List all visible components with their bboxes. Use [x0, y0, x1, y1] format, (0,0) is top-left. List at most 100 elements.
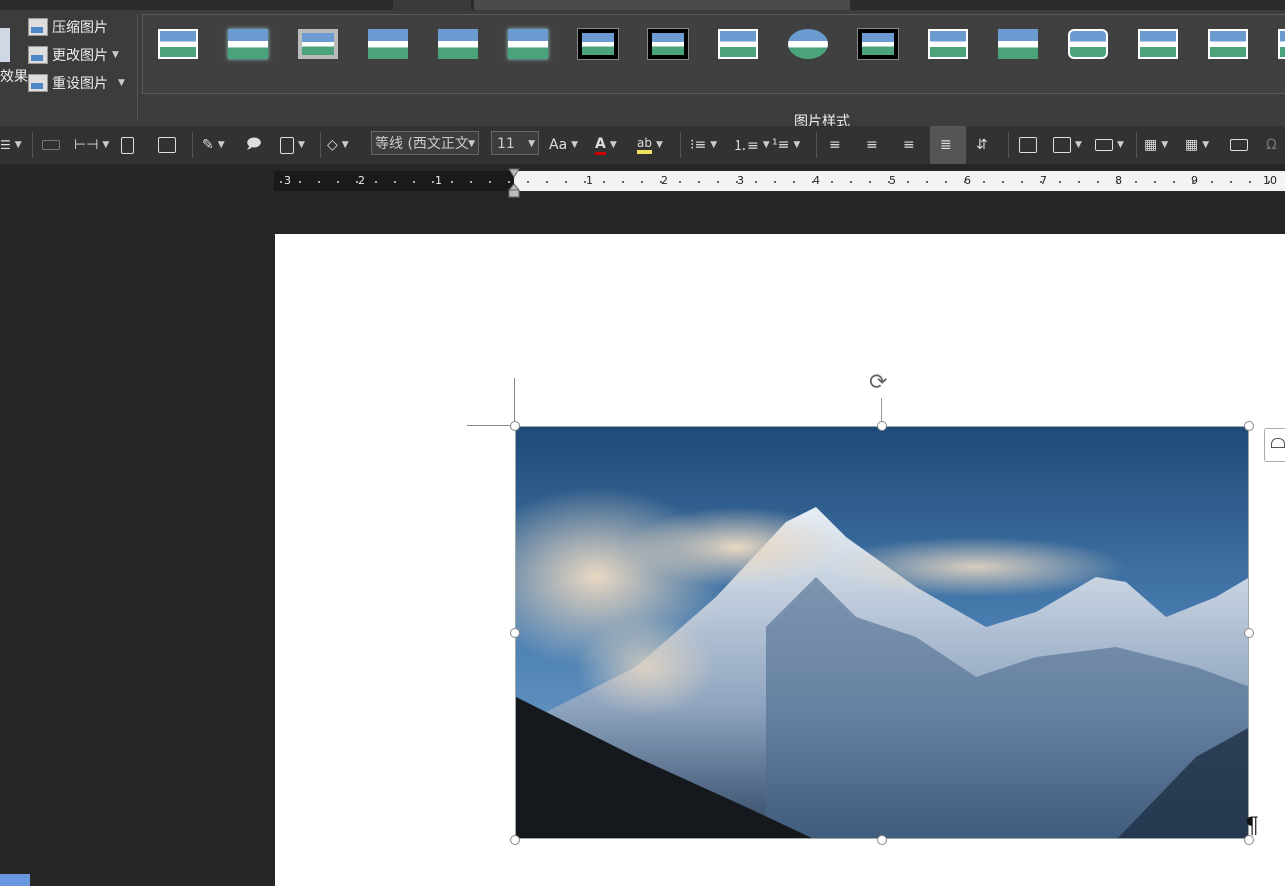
style-beveled[interactable]	[1278, 29, 1285, 61]
shapes-icon[interactable]: ◇ ▼	[327, 134, 349, 156]
style-drop-shadow[interactable]	[368, 29, 408, 61]
toolbar-divider	[32, 132, 33, 158]
table-grid-icon[interactable]: ▦ ▼	[1185, 134, 1209, 156]
comment-icon[interactable]: 🗩	[246, 134, 262, 156]
layout-options-icon	[1271, 438, 1285, 448]
status-accent	[0, 874, 30, 886]
textbox-icon[interactable]	[1230, 134, 1248, 156]
distribute-columns-icon[interactable]: ⊢⊣ ▼	[74, 134, 109, 156]
active-tab-indicator[interactable]	[393, 0, 471, 10]
font-size-select[interactable]: 11 ▼	[491, 131, 539, 155]
chevron-down-icon: ▼	[112, 50, 119, 60]
indent-marker[interactable]	[508, 168, 520, 200]
ruler-tick	[850, 181, 852, 183]
resize-handle-bottom[interactable]	[877, 835, 887, 845]
style-snip-diagonal[interactable]	[1138, 29, 1178, 61]
ruler-tick	[945, 181, 947, 183]
style-white-frame[interactable]	[718, 29, 758, 61]
layout-options-button[interactable]	[1264, 428, 1285, 462]
ruler-tick	[907, 181, 909, 183]
crop-icon[interactable]	[1019, 134, 1037, 156]
ruler-tick	[926, 181, 928, 183]
table-row-icon[interactable]	[42, 134, 60, 156]
ruler-tick	[584, 181, 586, 183]
align-left-icon[interactable]: ≡	[829, 134, 841, 156]
style-metal-frame[interactable]	[857, 28, 899, 61]
style-rotated-white[interactable]	[928, 29, 968, 61]
resize-handle-top[interactable]	[877, 421, 887, 431]
resize-handle-top-left[interactable]	[510, 421, 520, 431]
compress-pictures-icon	[28, 18, 48, 36]
font-name-value: 等线 (西文正文	[375, 136, 469, 152]
ruler-tick	[432, 181, 434, 183]
reset-picture-icon	[28, 74, 48, 92]
align-center-icon[interactable]: ≡	[866, 134, 878, 156]
selected-picture[interactable]	[515, 426, 1249, 839]
style-simple-frame[interactable]	[158, 29, 198, 61]
change-picture-label: 更改图片	[52, 48, 108, 64]
ruler-tick	[375, 181, 377, 183]
artistic-effects-icon[interactable]	[0, 28, 10, 62]
page-icon[interactable]	[121, 134, 134, 156]
picture-arrange-icon[interactable]: ▼	[1053, 134, 1082, 156]
style-perspective[interactable]	[998, 29, 1038, 61]
edit-doc-icon[interactable]: ✎ ▼	[202, 134, 225, 156]
change-case-button[interactable]: Aa ▼	[549, 134, 578, 156]
resize-handle-bottom-left[interactable]	[510, 835, 520, 845]
ruler-tick	[660, 181, 662, 183]
ruler-tick	[1135, 181, 1137, 183]
resize-handle-left[interactable]	[510, 628, 520, 638]
style-rounded-diagonal[interactable]	[1068, 29, 1108, 61]
reset-picture-button[interactable]: 重设图片 ▼	[28, 72, 125, 94]
ruler-tick	[1002, 181, 1004, 183]
rotate-handle-icon[interactable]: ⟳	[869, 371, 887, 395]
ruler-tick	[565, 181, 567, 183]
ruler-tick	[1078, 181, 1080, 183]
resize-handle-top-right[interactable]	[1244, 421, 1254, 431]
style-reflected[interactable]	[438, 29, 478, 61]
change-picture-icon	[28, 46, 48, 64]
list-menu-icon[interactable]: ☰ ▼	[0, 134, 22, 156]
convert-icon[interactable]	[158, 134, 176, 156]
compress-pictures-button[interactable]: 压缩图片	[28, 16, 108, 38]
ruler-tick	[451, 181, 453, 183]
numbering-icon[interactable]: ⒈≡ ▼	[733, 134, 770, 156]
style-soft-frame[interactable]	[228, 29, 268, 61]
change-picture-button[interactable]: 更改图片 ▼	[28, 44, 119, 66]
ruler-tick	[736, 181, 738, 183]
ruler-tick	[717, 181, 719, 183]
ruler-tick	[280, 181, 282, 183]
ruler-number: 10	[1263, 174, 1277, 187]
style-thick-black[interactable]	[647, 28, 689, 61]
style-oval-reflect[interactable]	[788, 29, 828, 61]
insert-table-icon[interactable]: ▦ ▼	[1144, 134, 1168, 156]
ribbon-divider	[137, 14, 138, 120]
style-black-double[interactable]	[577, 28, 619, 61]
align-right-icon[interactable]: ≡	[903, 134, 915, 156]
ruler-tick	[755, 181, 757, 183]
toolbar-divider	[1008, 132, 1009, 158]
font-name-select[interactable]: 等线 (西文正文 ▼	[371, 131, 479, 155]
ruler-tick	[831, 181, 833, 183]
ruler-number: 5	[889, 174, 896, 187]
style-thick-grey[interactable]	[298, 29, 338, 61]
line-spacing-icon[interactable]: ⇵	[976, 134, 988, 156]
multilevel-list-icon[interactable]: ¹≡ ▼	[772, 134, 800, 156]
font-size-value: 11	[497, 136, 515, 152]
wrap-text-icon[interactable]: ▼	[1095, 134, 1124, 156]
document-icon[interactable]: ▼	[280, 134, 305, 156]
ruler-tick	[869, 181, 871, 183]
ruler-tick	[1116, 181, 1118, 183]
symbol-icon[interactable]: Ω	[1266, 134, 1277, 156]
font-color-button[interactable]: A ▼	[595, 134, 617, 156]
style-center-shadow[interactable]	[1208, 29, 1248, 61]
resize-handle-right[interactable]	[1244, 628, 1254, 638]
effects-label[interactable]: 效果	[0, 66, 28, 86]
ruler-tick	[489, 181, 491, 183]
title-tab-strip	[0, 0, 1285, 10]
style-soft-edge[interactable]	[508, 29, 548, 61]
ruler-tick	[603, 181, 605, 183]
ruler-tick	[1021, 181, 1023, 183]
highlight-button[interactable]: ab ▼	[637, 134, 663, 156]
bullets-icon[interactable]: ⁝≡ ▼	[690, 134, 717, 156]
